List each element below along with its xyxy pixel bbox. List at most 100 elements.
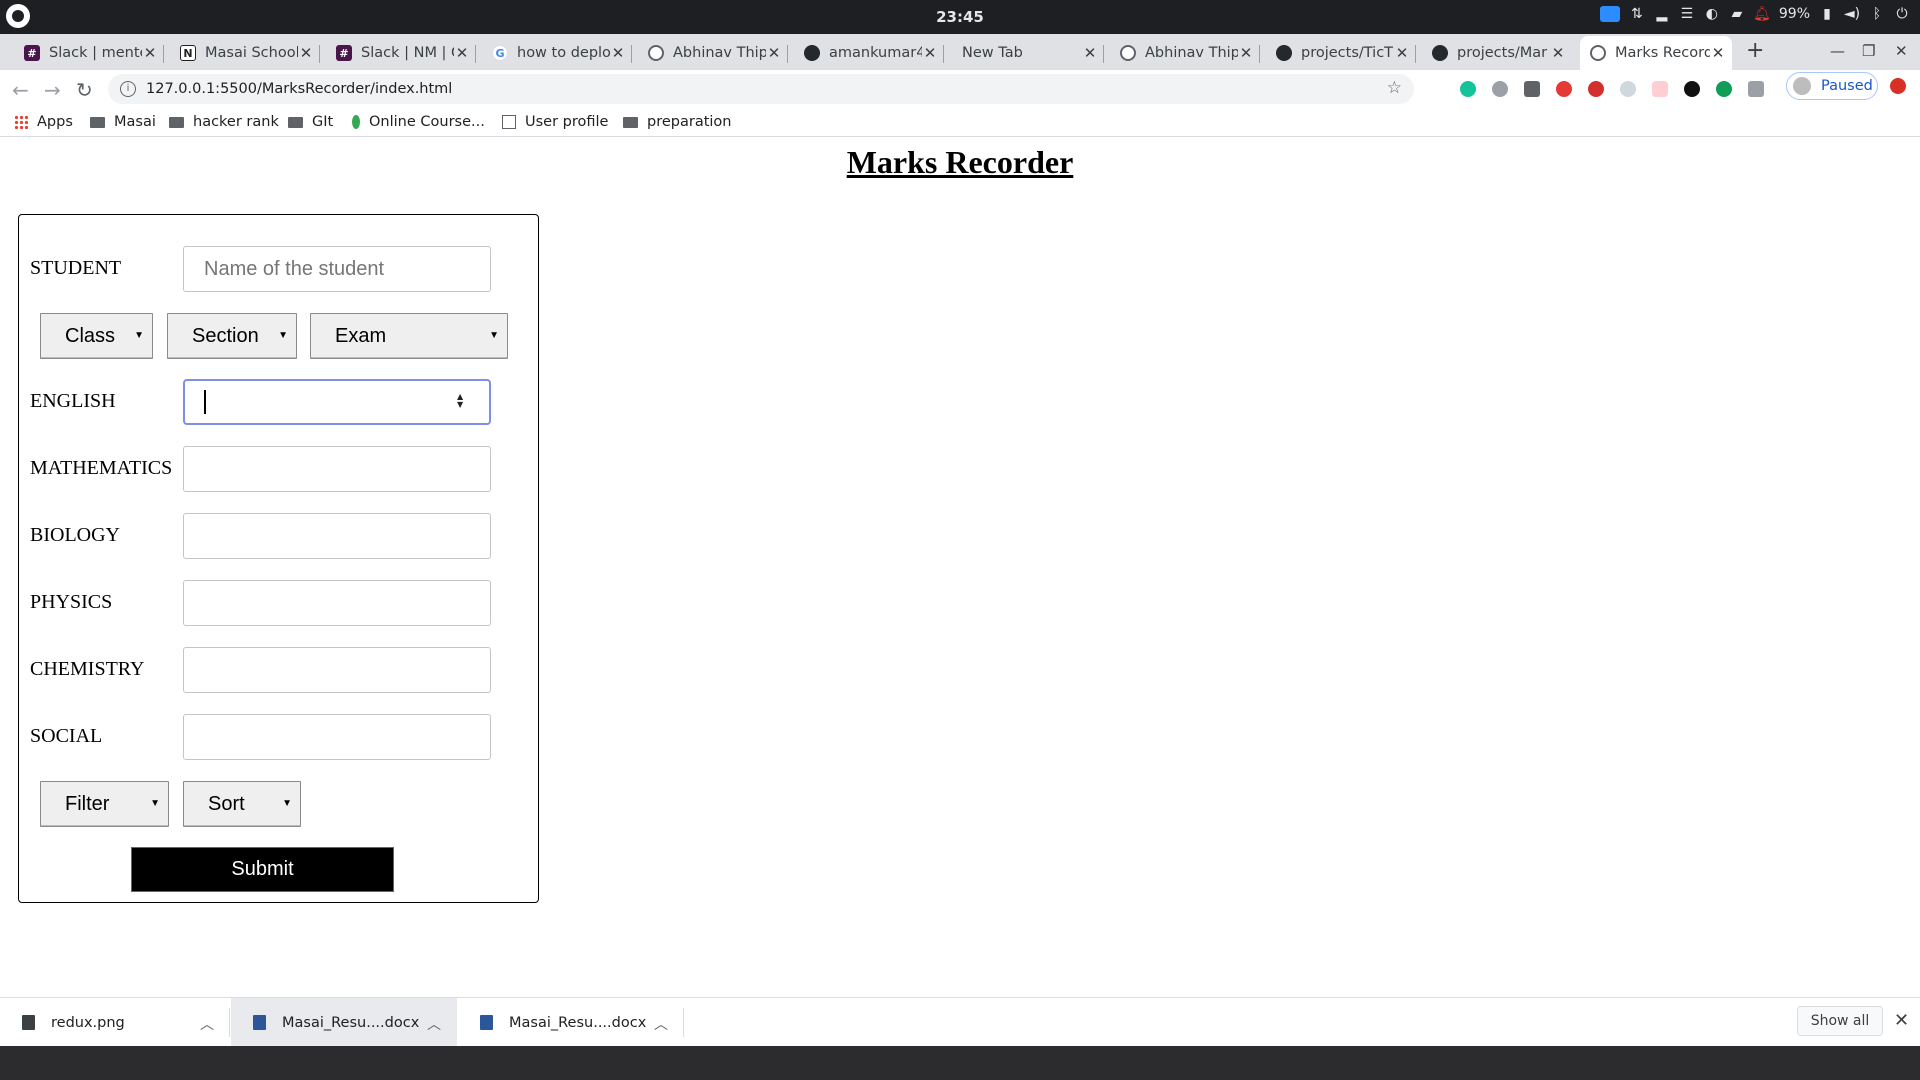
extension-icon[interactable] <box>1524 81 1540 97</box>
notification-bell-icon[interactable]: 🔔︎ <box>1753 6 1771 22</box>
tab-projects-marks[interactable]: projects/Mar ✕ <box>1422 36 1572 70</box>
tab-slack-mentee[interactable]: # Slack | mente ✕ <box>14 36 164 70</box>
extension-icon[interactable] <box>1492 81 1508 97</box>
bluetooth-icon[interactable]: ᛒ <box>1869 6 1885 22</box>
extension-icon[interactable] <box>1716 81 1732 97</box>
folder-icon <box>90 116 105 128</box>
download-filename: redux.png <box>51 1014 125 1031</box>
close-icon[interactable]: ✕ <box>142 44 158 62</box>
night-light-icon[interactable]: ◐ <box>1704 6 1720 22</box>
close-icon[interactable]: ✕ <box>1550 44 1566 62</box>
chevron-up-icon[interactable]: ︿ <box>200 1014 214 1034</box>
close-icon[interactable]: ✕ <box>1238 44 1254 62</box>
address-bar[interactable]: i 127.0.0.1:5500/MarksRecorder/index.htm… <box>108 74 1414 104</box>
restore-icon[interactable]: ❐ <box>1862 42 1875 60</box>
social-marks-input[interactable] <box>183 714 491 760</box>
bookmark-label: hacker rank <box>193 114 279 130</box>
battery-icon[interactable]: ▮ <box>1819 6 1835 22</box>
os-bottom-bar <box>0 1046 1920 1080</box>
tab-how-to-deploy[interactable]: G how to deplo ✕ <box>482 36 632 70</box>
extension-icon[interactable] <box>1556 81 1572 97</box>
chevron-up-icon[interactable]: ︿ <box>654 1014 668 1034</box>
tab-amankumar[interactable]: amankumar4 ✕ <box>794 36 944 70</box>
extension-icon[interactable] <box>1684 81 1700 97</box>
reload-icon[interactable]: ↻ <box>76 78 93 102</box>
files-icon[interactable]: ▰ <box>1729 6 1745 22</box>
download-item[interactable]: Masai_Resu....docx ︿ <box>231 998 457 1047</box>
chemistry-marks-input[interactable] <box>183 647 491 693</box>
leaf-icon <box>352 115 360 129</box>
menu-lines-icon[interactable]: ☰ <box>1679 6 1695 22</box>
bookmark-user-profile[interactable]: User profile <box>502 110 608 134</box>
bookmark-star-icon[interactable]: ☆ <box>1387 78 1402 98</box>
physics-marks-input[interactable] <box>183 580 491 626</box>
bookmark-label: Online Course... <box>369 114 485 130</box>
grammarly-extension-icon[interactable] <box>1460 81 1476 97</box>
globe-icon <box>1120 45 1136 61</box>
bookmark-masai[interactable]: Masai <box>90 110 156 134</box>
sort-select[interactable]: Sort ▼ <box>183 781 301 827</box>
keyboard-icon[interactable]: ▂ <box>1654 6 1670 22</box>
submit-button[interactable]: Submit <box>131 847 394 892</box>
close-icon[interactable]: ✕ <box>1082 44 1098 62</box>
url-text[interactable]: 127.0.0.1:5500/MarksRecorder/index.html <box>146 81 452 97</box>
download-item[interactable]: Masai_Resu....docx ︿ <box>458 998 684 1047</box>
folder-icon <box>623 116 638 128</box>
extension-icon[interactable] <box>1652 81 1668 97</box>
tab-marks-recorder[interactable]: Marks Record ✕ <box>1580 36 1732 70</box>
show-all-button[interactable]: Show all <box>1797 1006 1883 1036</box>
close-icon[interactable]: ✕ <box>454 44 470 62</box>
close-icon[interactable]: ✕ <box>1394 44 1410 62</box>
close-icon[interactable]: ✕ <box>922 44 938 62</box>
close-icon[interactable]: ✕ <box>298 44 314 62</box>
bookmark-label: GIt <box>312 114 334 130</box>
tab-slack-nm[interactable]: # Slack | NM | C ✕ <box>326 36 476 70</box>
power-icon[interactable]: ⏻ <box>1894 6 1910 22</box>
tab-abhinav-2[interactable]: Abhinav Thip ✕ <box>1110 36 1260 70</box>
mathematics-marks-input[interactable] <box>183 446 491 492</box>
forward-arrow-icon[interactable]: → <box>44 78 61 102</box>
back-arrow-icon[interactable]: ← <box>12 78 29 102</box>
tab-label: amankumar4 <box>829 45 922 61</box>
profile-button[interactable]: Paused <box>1786 72 1878 100</box>
section-select[interactable]: Section ▼ <box>167 313 297 359</box>
student-name-input[interactable] <box>183 246 491 292</box>
tab-projects-tictac[interactable]: projects/TicT ✕ <box>1266 36 1416 70</box>
section-select-value: Section <box>192 324 259 347</box>
filter-select[interactable]: Filter ▼ <box>40 781 169 827</box>
close-icon[interactable]: ✕ <box>1710 44 1726 62</box>
bookmark-hacker-rank[interactable]: hacker rank <box>169 110 279 134</box>
tab-abhinav-1[interactable]: Abhinav Thip ✕ <box>638 36 788 70</box>
extension-icon[interactable] <box>1620 81 1636 97</box>
adblock-extension-icon[interactable] <box>1588 81 1604 97</box>
chrome-menu-update-icon[interactable] <box>1890 78 1906 94</box>
close-icon[interactable]: ✕ <box>766 44 782 62</box>
chevron-up-icon[interactable]: ︿ <box>427 1014 441 1034</box>
download-item[interactable]: redux.png ︿ <box>0 998 230 1047</box>
browser-toolbar: ← → ↻ i 127.0.0.1:5500/MarksRecorder/ind… <box>0 70 1920 110</box>
social-label: SOCIAL <box>30 725 103 747</box>
bookmark-apps[interactable]: Apps <box>14 110 73 134</box>
window-close-icon[interactable]: ✕ <box>1895 42 1908 60</box>
new-tab-plus-icon[interactable]: + <box>1746 38 1764 63</box>
network-icon[interactable]: ⇅ <box>1629 6 1645 22</box>
zoom-icon[interactable] <box>1599 6 1620 22</box>
close-icon[interactable]: ✕ <box>1894 1010 1909 1031</box>
class-select[interactable]: Class ▼ <box>40 313 153 359</box>
english-marks-input[interactable] <box>183 379 491 425</box>
tab-label: projects/TicT <box>1301 45 1394 61</box>
tab-masai-school[interactable]: N Masai School ✕ <box>170 36 320 70</box>
number-spinner-icon[interactable]: ▲ ▼ <box>457 393 463 409</box>
bookmark-git[interactable]: GIt <box>288 110 333 134</box>
camera-extension-icon[interactable] <box>1748 81 1764 97</box>
tab-label: Masai School <box>205 45 298 61</box>
tab-new-tab[interactable]: New Tab ✕ <box>950 36 1104 70</box>
volume-icon[interactable]: ◄) <box>1844 6 1860 22</box>
biology-marks-input[interactable] <box>183 513 491 559</box>
bookmark-preparation[interactable]: preparation <box>623 110 731 134</box>
exam-select[interactable]: Exam ▼ <box>310 313 508 359</box>
close-icon[interactable]: ✕ <box>610 44 626 62</box>
site-info-icon[interactable]: i <box>120 81 136 97</box>
bookmark-online-course[interactable]: Online Course... <box>352 110 485 134</box>
minimize-icon[interactable]: — <box>1830 42 1845 60</box>
